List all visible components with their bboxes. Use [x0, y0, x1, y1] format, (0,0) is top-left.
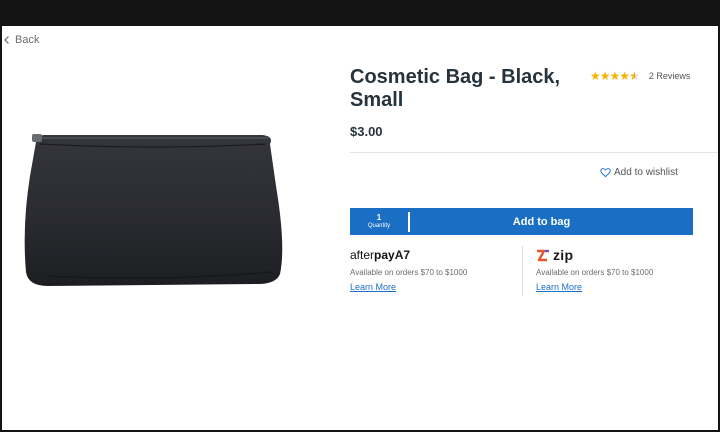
- divider: [350, 152, 718, 153]
- afterpay-note: Available on orders $70 to $1000: [350, 268, 468, 277]
- zip-logo: zip: [536, 247, 706, 263]
- product-page: Back Cosmetic Bag - Black, Small ★ ★ ★ ★…: [2, 26, 718, 430]
- product-image[interactable]: [18, 126, 290, 296]
- afterpay-logo: afterpayA7: [350, 247, 522, 263]
- zip-logo-icon: [537, 249, 549, 261]
- product-title: Cosmetic Bag - Black, Small: [350, 66, 561, 111]
- afterpay-brand-plain: after: [350, 248, 375, 262]
- payment-divider: [522, 246, 523, 296]
- quantity-value: 1: [376, 212, 382, 222]
- star-icon: ★: [590, 69, 601, 83]
- afterpay-mark-icon: A7: [394, 248, 411, 262]
- wishlist-label: Add to wishlist: [614, 167, 678, 178]
- back-label: Back: [15, 34, 40, 46]
- zip-panel: zip Available on orders $70 to $1000 Lea…: [536, 247, 706, 295]
- quantity-label: Quantity: [367, 222, 391, 229]
- half-star-icon: ★: [629, 70, 640, 82]
- quantity-selector[interactable]: 1 Quantity: [350, 208, 408, 235]
- star-icon: ★: [599, 69, 611, 83]
- afterpay-panel: afterpayA7 Available on orders $70 to $1…: [350, 247, 522, 295]
- zip-brand: zip: [553, 247, 574, 263]
- add-to-wishlist-button[interactable]: Add to wishlist: [600, 167, 678, 178]
- product-price: $3.00: [350, 124, 383, 139]
- afterpay-brand-bold: pay: [374, 248, 395, 262]
- heart-icon: [600, 168, 611, 178]
- zip-learn-more-link[interactable]: Learn More: [536, 282, 582, 292]
- zip-note: Available on orders $70 to $1000: [536, 268, 654, 277]
- star-icon: ★: [619, 69, 630, 83]
- rating-stars: ★ ★ ★ ★ ★: [590, 69, 640, 83]
- reviews-link[interactable]: 2 Reviews: [649, 71, 691, 81]
- back-link[interactable]: Back: [2, 34, 39, 46]
- product-rating: ★ ★ ★ ★ ★ 2 Reviews: [590, 70, 690, 82]
- star-icon: ★: [609, 69, 621, 83]
- chevron-left-icon: [4, 36, 9, 44]
- add-to-bag-bar: 1 Quantity Add to bag: [350, 208, 693, 235]
- afterpay-learn-more-link[interactable]: Learn More: [350, 282, 396, 292]
- add-to-bag-button[interactable]: Add to bag: [410, 216, 693, 228]
